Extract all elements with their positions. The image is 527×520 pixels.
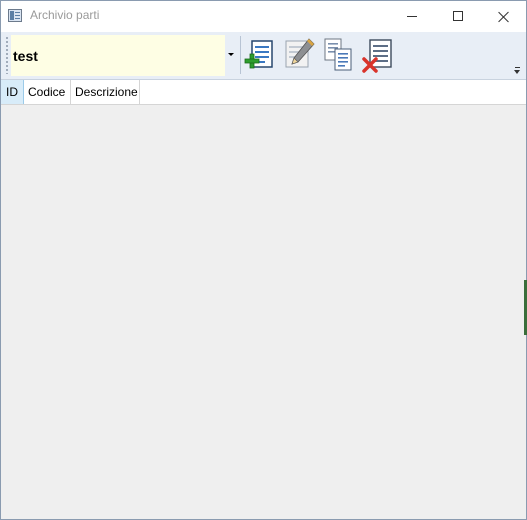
maximize-icon <box>453 11 463 21</box>
parts-grid[interactable]: ID Codice Descrizione <box>1 80 526 519</box>
chevron-down-icon[interactable] <box>227 49 237 61</box>
copy-record-icon <box>324 38 352 71</box>
toolbar-grip-handle[interactable] <box>6 36 8 74</box>
copy-button[interactable] <box>322 36 358 74</box>
delete-button[interactable] <box>361 36 397 74</box>
edit-button[interactable] <box>282 36 318 74</box>
window-title: Archivio parti <box>30 8 100 22</box>
app-window: Archivio parti test ID Codice Descrizion… <box>0 0 527 520</box>
minimize-button[interactable] <box>389 1 435 32</box>
close-button[interactable] <box>481 1 526 32</box>
part-filter-combo[interactable]: test <box>11 35 238 76</box>
toolbar: test <box>1 32 526 80</box>
column-header-codice[interactable]: Codice <box>24 80 71 104</box>
delete-record-icon <box>362 39 392 73</box>
combo-field[interactable]: test <box>11 35 225 76</box>
app-icon <box>8 9 22 22</box>
combo-value: test <box>13 48 38 64</box>
maximize-button[interactable] <box>435 1 481 32</box>
minimize-icon <box>407 16 417 17</box>
toolbar-overflow-icon[interactable] <box>514 67 522 76</box>
column-header-id[interactable]: ID <box>1 80 24 104</box>
add-record-icon <box>244 40 273 69</box>
column-header-descrizione[interactable]: Descrizione <box>71 80 140 104</box>
add-button[interactable] <box>243 36 279 74</box>
grid-header: ID Codice Descrizione <box>1 80 526 105</box>
edit-pencil-icon <box>285 38 315 68</box>
title-bar[interactable]: Archivio parti <box>1 1 526 32</box>
toolbar-separator <box>240 36 241 74</box>
close-icon <box>496 9 512 25</box>
